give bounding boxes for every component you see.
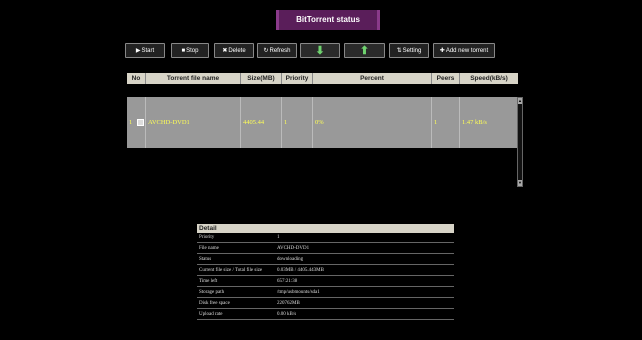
row-checkbox[interactable] xyxy=(136,119,144,127)
col-percent: Percent xyxy=(313,73,432,84)
detail-row: Time left 657:21:38 xyxy=(197,277,454,287)
detail-label: Time left xyxy=(199,279,218,284)
delete-label: Delete xyxy=(228,48,246,54)
col-priority: Priority xyxy=(282,73,313,84)
detail-value: 657:21:38 xyxy=(277,279,298,284)
detail-row: File name AVCHD-DVD1 xyxy=(197,244,454,254)
refresh-icon: ↻ xyxy=(263,48,269,54)
col-no: No xyxy=(127,73,146,84)
detail-label: Priority xyxy=(199,235,215,240)
col-name: Torrent file name xyxy=(146,73,241,84)
cell-percent: 0% xyxy=(313,97,432,148)
move-down-button[interactable]: ⬇ xyxy=(300,43,340,58)
row-number: 1 xyxy=(129,119,133,126)
detail-heading: Detail xyxy=(197,224,454,233)
start-button[interactable]: ▶Start xyxy=(125,43,165,58)
delete-button[interactable]: ✖Delete xyxy=(214,43,254,58)
cell-speed: 1.47 kB/s xyxy=(462,119,487,126)
detail-row: Current file size / Total file size 0.03… xyxy=(197,266,454,276)
setting-icon: ⇅ xyxy=(396,48,402,54)
detail-label: Status xyxy=(199,257,212,262)
detail-label: Upload rate xyxy=(199,312,223,317)
detail-row: Storage path /tmp/usbmounts/sda1 xyxy=(197,288,454,298)
move-up-button[interactable]: ⬆ xyxy=(344,43,385,58)
start-label: Start xyxy=(141,48,155,54)
stop-button[interactable]: ■Stop xyxy=(171,43,209,58)
plus-icon: ✚ xyxy=(439,48,445,54)
scroll-down-icon[interactable]: ▼ xyxy=(518,180,522,186)
arrow-down-icon: ⬇ xyxy=(315,45,325,57)
add-label: Add new torrent xyxy=(445,48,489,54)
detail-value: AVCHD-DVD1 xyxy=(277,246,310,251)
col-peers: Peers xyxy=(432,73,460,84)
cell-priority: 1 xyxy=(282,97,313,148)
detail-value: 1 xyxy=(277,235,280,240)
setting-label: Setting xyxy=(402,48,422,54)
detail-row: Upload rate 0.00 kB/s xyxy=(197,310,454,320)
refresh-label: Refresh xyxy=(269,48,291,54)
table-row[interactable]: 1 AVCHD-DVD1 4405.44 1 0% 1 1.47 kB/s xyxy=(127,97,518,148)
stop-label: Stop xyxy=(186,48,199,54)
detail-value: /tmp/usbmounts/sda1 xyxy=(277,290,320,295)
scroll-up-icon[interactable]: ▲ xyxy=(518,98,522,104)
detail-value: 220762MB xyxy=(277,301,300,306)
arrow-up-icon: ⬆ xyxy=(359,45,370,57)
cell-name: AVCHD-DVD1 xyxy=(146,97,241,148)
detail-row: Disk free space 220762MB xyxy=(197,299,454,309)
detail-label: Disk free space xyxy=(199,301,230,306)
col-size: Size(MB) xyxy=(241,73,282,84)
add-torrent-button[interactable]: ✚Add new torrent xyxy=(433,43,495,58)
close-icon: ✖ xyxy=(222,48,228,54)
stop-icon: ■ xyxy=(181,48,186,54)
detail-label: Storage path xyxy=(199,290,225,295)
col-speed: Speed(kB/s) xyxy=(470,75,508,82)
cell-peers: 1 xyxy=(432,97,460,148)
detail-label: File name xyxy=(199,246,219,251)
detail-row: Priority 1 xyxy=(197,233,454,243)
detail-value: 0.00 kB/s xyxy=(277,312,297,317)
page-title: BitTorrent status xyxy=(276,10,380,30)
play-icon: ▶ xyxy=(135,48,141,54)
setting-button[interactable]: ⇅Setting xyxy=(389,43,429,58)
table-scrollbar[interactable]: ▲ ▼ xyxy=(517,97,523,187)
detail-row: Status downloading xyxy=(197,255,454,265)
table-header: No Torrent file name Size(MB) Priority P… xyxy=(127,73,518,84)
refresh-button[interactable]: ↻Refresh xyxy=(257,43,297,58)
detail-value: 0.03MB / 4405.443MB xyxy=(277,268,324,273)
cell-no: 1 xyxy=(127,97,146,148)
detail-label: Current file size / Total file size xyxy=(199,268,263,273)
cell-size: 4405.44 xyxy=(241,97,282,148)
detail-value: downloading xyxy=(277,257,304,262)
